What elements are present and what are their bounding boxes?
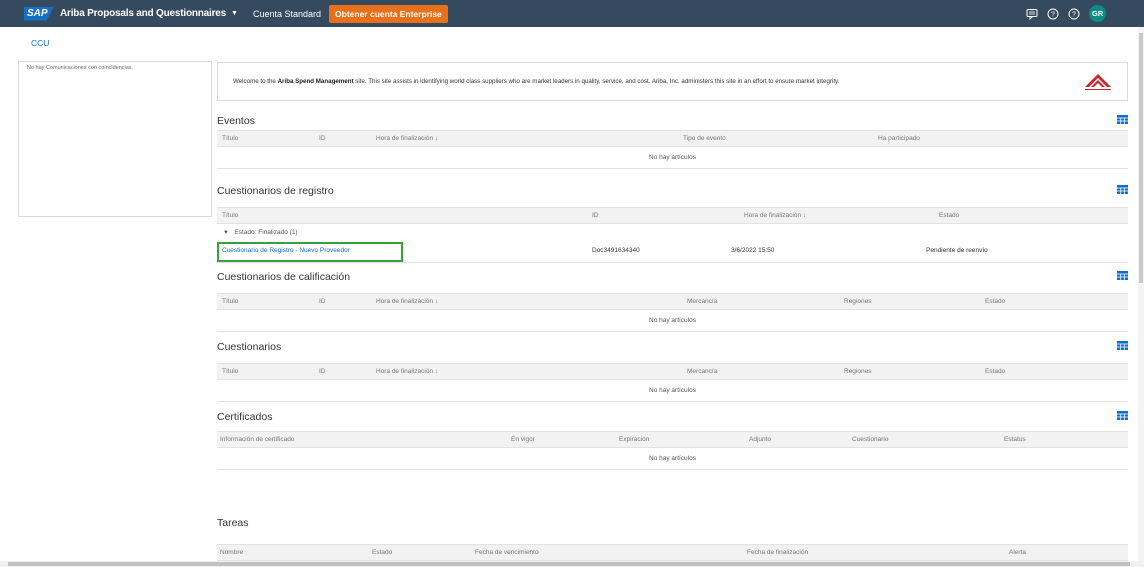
tareas-section: Tareas Nombre Estado Fecha de vencimient… (217, 514, 1128, 561)
eventos-header-row: Título ID Hora de finalización ↓ Tipo de… (217, 130, 1128, 147)
col-titulo[interactable]: Título (222, 298, 238, 305)
col-fecha-finalizacion[interactable]: Fecha de finalización (747, 549, 808, 556)
col-id[interactable]: ID (319, 298, 326, 305)
vertical-scrollbar[interactable] (1138, 27, 1144, 561)
questionnaire-link[interactable]: Cuestionario de Registro - Nuevo Proveed… (222, 247, 350, 254)
group-row-finalizado[interactable]: ▼ Estado: Finalizado (1) (217, 224, 1128, 241)
welcome-suffix: site. This site assists in identifying w… (353, 78, 840, 85)
col-hora[interactable]: Hora de finalización ↓ (376, 135, 438, 142)
shell-bar: SAP Ariba Proposals and Questionnaires ▼… (0, 0, 1144, 27)
calificacion-header-row: Título ID Hora de finalización ↓ Mercanc… (217, 293, 1128, 310)
welcome-banner: Welcome to the Ariba Spend Management si… (217, 62, 1128, 101)
col-cuestionario[interactable]: Cuestionario (852, 436, 889, 443)
breadcrumb-ccu-link[interactable]: CCU (31, 38, 49, 48)
communications-empty-text: No hay Comunicaciones con coincidencias. (27, 65, 134, 71)
grid-settings-icon[interactable] (1117, 341, 1128, 350)
horizontal-scrollbar[interactable] (0, 561, 1144, 567)
welcome-prefix: Welcome to the (233, 78, 278, 85)
col-estado[interactable]: Estado (985, 298, 1005, 305)
certificados-header-row: Información de certificado En vigor Expi… (217, 431, 1128, 448)
status-text: Pendiente de reenvío (926, 247, 988, 254)
registro-section: Cuestionarios de registro Título ID Hora… (217, 182, 1128, 263)
col-ha-participado[interactable]: Ha participado (878, 135, 920, 142)
help-icon[interactable]: ? (1047, 8, 1059, 20)
tareas-title: Tareas (217, 517, 249, 529)
account-type-label: Cuenta Standard (252, 8, 322, 19)
cuestionarios-title: Cuestionarios (217, 341, 282, 353)
eventos-empty: No hay artículos (217, 147, 1128, 169)
col-nombre[interactable]: Nombre (220, 549, 243, 556)
col-hora[interactable]: Hora de finalización ↓ (744, 212, 806, 219)
scrollbar-thumb[interactable] (1139, 33, 1143, 283)
col-en-vigor[interactable]: En vigor (511, 436, 535, 443)
col-id[interactable]: ID (319, 135, 326, 142)
table-row[interactable]: Cuestionario de Registro - Nuevo Proveed… (217, 241, 1128, 263)
col-estado[interactable]: Estado (985, 368, 1005, 375)
upgrade-enterprise-button[interactable]: Obtener cuenta Enterprise (329, 4, 448, 23)
col-adjunto[interactable]: Adjunto (749, 436, 771, 443)
grid-settings-icon[interactable] (1117, 185, 1128, 194)
end-time: 3/6/2022 15:50 (731, 247, 775, 254)
app-title[interactable]: Ariba Proposals and Questionnaires (60, 8, 226, 19)
communications-panel: No hay Comunicaciones con coincidencias. (18, 61, 212, 217)
registro-header-row: Título ID Hora de finalización ↓ Estado (217, 207, 1128, 224)
eventos-title: Eventos (217, 115, 255, 127)
group-label: Estado: Finalizado (1) (234, 229, 298, 236)
certificados-section: Certificados Información de certificado … (217, 408, 1128, 470)
col-regiones[interactable]: Regiones (844, 368, 871, 375)
certificados-empty: No hay artículos (217, 448, 1128, 470)
col-estatus[interactable]: Estatus (1004, 436, 1026, 443)
col-hora[interactable]: Hora de finalización ↓ (376, 368, 438, 375)
col-info-certificado[interactable]: Información de certificado (220, 436, 294, 443)
ariba-logo (1085, 74, 1111, 90)
registro-title: Cuestionarios de registro (217, 185, 334, 197)
grid-settings-icon[interactable] (1117, 411, 1128, 420)
welcome-brand: Ariba Spend Management (277, 78, 354, 85)
doc-id: Doc3491634340 (592, 247, 640, 254)
certificados-title: Certificados (217, 411, 273, 423)
chevron-down-icon[interactable]: ▼ (231, 10, 238, 17)
col-expiracion[interactable]: Expiración (619, 436, 649, 443)
col-hora[interactable]: Hora de finalización ↓ (376, 298, 438, 305)
eventos-section: Eventos Título ID Hora de finalización ↓… (217, 112, 1128, 169)
cuestionarios-empty: No hay artículos (217, 380, 1128, 402)
col-mercancia[interactable]: Mercancía (687, 368, 717, 375)
cuestionarios-section: Cuestionarios Título ID Hora de finaliza… (217, 338, 1128, 402)
caret-down-icon[interactable]: ▼ (223, 230, 229, 236)
cuestionarios-header-row: Título ID Hora de finalización ↓ Mercanc… (217, 363, 1128, 380)
col-alerta[interactable]: Alerta (1009, 549, 1026, 556)
col-regiones[interactable]: Regiones (844, 298, 871, 305)
notifications-icon[interactable] (1026, 8, 1038, 20)
col-titulo[interactable]: Título (222, 368, 238, 375)
col-estado[interactable]: Estado (372, 549, 392, 556)
col-tipo-evento[interactable]: Tipo de evento (683, 135, 726, 142)
col-titulo[interactable]: Título (222, 135, 238, 142)
col-id[interactable]: ID (592, 212, 599, 219)
svg-text:?: ? (1051, 11, 1055, 18)
calificacion-empty: No hay artículos (217, 310, 1128, 332)
grid-settings-icon[interactable] (1117, 115, 1128, 124)
grid-settings-icon[interactable] (1117, 271, 1128, 280)
scrollbar-thumb[interactable] (8, 562, 1130, 566)
col-titulo[interactable]: Título (222, 212, 238, 219)
help-icon[interactable]: ? (1068, 8, 1080, 20)
col-estado[interactable]: Estado (939, 212, 959, 219)
welcome-text: Welcome to the Ariba Spend Management si… (233, 78, 839, 85)
col-fecha-vencimiento[interactable]: Fecha de vencimiento (475, 549, 539, 556)
calificacion-title: Cuestionarios de calificación (217, 271, 351, 283)
avatar[interactable]: GR (1089, 5, 1106, 22)
calificacion-section: Cuestionarios de calificación Título ID … (217, 268, 1128, 332)
col-mercancia[interactable]: Mercancía (687, 298, 717, 305)
sap-logo[interactable]: SAP (24, 6, 54, 21)
col-id[interactable]: ID (319, 368, 326, 375)
tareas-header-row: Nombre Estado Fecha de vencimiento Fecha… (217, 544, 1128, 561)
svg-text:?: ? (1072, 11, 1076, 18)
